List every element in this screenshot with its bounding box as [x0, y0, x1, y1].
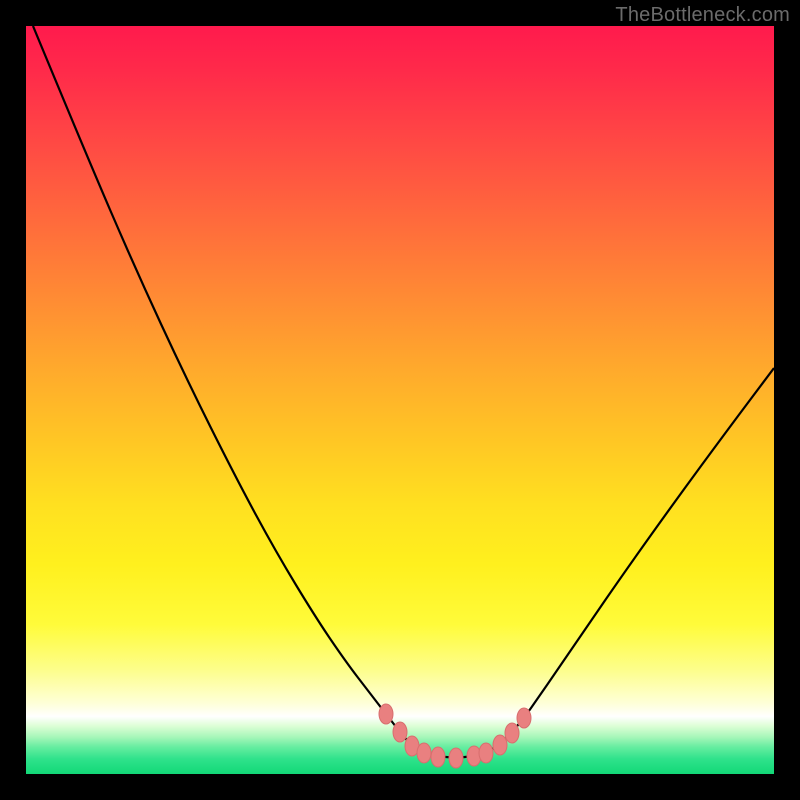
marker-dot — [517, 708, 531, 728]
watermark-text: TheBottleneck.com — [615, 4, 790, 27]
marker-dot — [417, 743, 431, 763]
marker-dot — [379, 704, 393, 724]
chart-frame: TheBottleneck.com — [0, 0, 800, 800]
marker-dot — [431, 747, 445, 767]
marker-dot — [505, 723, 519, 743]
marker-dot — [393, 722, 407, 742]
bottleneck-curve-line — [33, 26, 774, 758]
marker-dot — [479, 743, 493, 763]
curve-path — [33, 26, 774, 758]
marker-dot — [493, 735, 507, 755]
marker-dot — [449, 748, 463, 768]
curve-markers — [379, 704, 531, 768]
plot-area — [26, 26, 774, 774]
bottleneck-curve-svg — [26, 26, 774, 774]
